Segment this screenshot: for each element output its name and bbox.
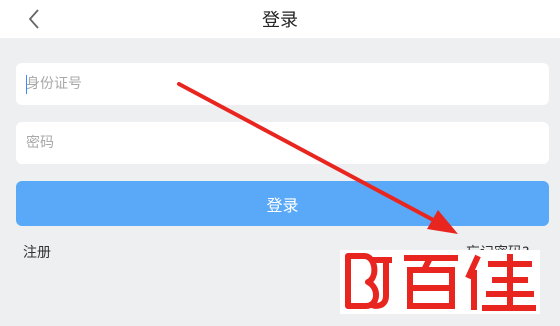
header-bar: 登录 (0, 0, 560, 38)
page-title: 登录 (262, 10, 298, 31)
login-button[interactable]: 登录 (16, 181, 549, 226)
password-input[interactable] (16, 122, 549, 164)
id-number-field[interactable] (16, 63, 549, 105)
password-field[interactable] (16, 122, 549, 164)
register-link[interactable]: 注册 (23, 242, 51, 262)
text-caret (26, 75, 27, 94)
watermark-logo (340, 250, 540, 314)
watermark-logo-image (345, 253, 536, 311)
id-number-input[interactable] (16, 63, 549, 105)
